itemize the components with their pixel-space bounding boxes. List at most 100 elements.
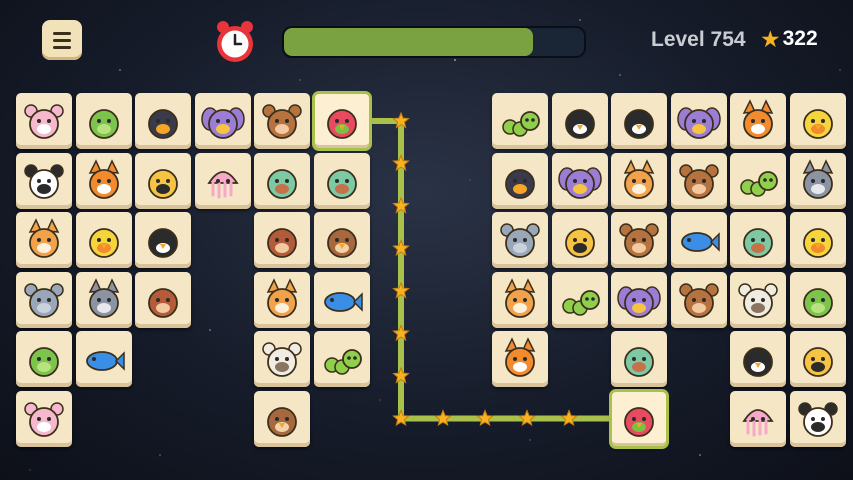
- tile-caterpillar[interactable]: [551, 271, 608, 328]
- tile-sheep[interactable]: [730, 271, 786, 328]
- tile-fox[interactable]: [492, 331, 548, 387]
- tile-jellyfish[interactable]: [194, 152, 251, 209]
- tile-panda[interactable]: [789, 390, 846, 447]
- tile-duck[interactable]: [75, 212, 132, 268]
- path-star-icon: [392, 324, 410, 342]
- tile-duck[interactable]: [789, 93, 846, 149]
- tile-cat[interactable]: [254, 271, 310, 328]
- tile-turtle[interactable]: [730, 212, 786, 268]
- butterfly-icon: [200, 99, 245, 143]
- wolf-icon: [796, 158, 840, 203]
- tile-bee[interactable]: [789, 331, 846, 387]
- menu-button[interactable]: [42, 20, 82, 60]
- tile-penguin[interactable]: [551, 93, 608, 149]
- path-star-icon: [476, 409, 494, 427]
- cow-icon: [22, 99, 66, 143]
- tile-cat[interactable]: [16, 212, 72, 268]
- tile-cat[interactable]: [611, 152, 667, 209]
- fish-icon: [677, 218, 721, 262]
- tile-elephant[interactable]: [492, 212, 548, 268]
- tile-hedgehog[interactable]: [254, 212, 310, 268]
- tile-turtle[interactable]: [611, 331, 667, 387]
- sheep-icon: [260, 337, 304, 381]
- tile-turtle[interactable]: [313, 152, 370, 209]
- caterpillar-icon: [320, 337, 364, 381]
- path-star-icon: [392, 409, 410, 427]
- hamburger-menu-icon: [53, 30, 71, 51]
- tile-caterpillar[interactable]: [492, 93, 548, 149]
- tile-toucan[interactable]: [135, 93, 191, 149]
- turtle-icon: [736, 218, 780, 262]
- tile-monkey[interactable]: [254, 93, 310, 149]
- turtle-icon: [260, 159, 304, 203]
- tile-penguin[interactable]: [730, 331, 786, 387]
- tile-cow[interactable]: [16, 390, 72, 447]
- tile-frog[interactable]: [75, 93, 132, 149]
- turtle-icon: [320, 159, 364, 203]
- toucan-icon: [498, 159, 542, 203]
- tile-monkey[interactable]: [611, 212, 667, 268]
- cow-icon: [22, 397, 66, 441]
- owl-icon: [260, 397, 304, 441]
- hedgehog-icon: [141, 278, 185, 322]
- butterfly-icon: [557, 159, 602, 203]
- frog-icon: [82, 99, 126, 143]
- bee-icon: [141, 159, 185, 203]
- tile-toucan[interactable]: [492, 152, 548, 209]
- tile-sheep[interactable]: [254, 331, 310, 387]
- tile-bee[interactable]: [551, 212, 608, 268]
- tile-fox[interactable]: [730, 93, 786, 149]
- tile-monkey[interactable]: [670, 271, 727, 328]
- tile-wolf[interactable]: [789, 152, 846, 209]
- tile-frog[interactable]: [789, 271, 846, 328]
- cat-icon: [260, 277, 304, 322]
- path-star-icon: [392, 154, 410, 172]
- tile-cat[interactable]: [492, 271, 548, 328]
- tile-caterpillar[interactable]: [730, 152, 786, 209]
- tile-parrot[interactable]: [311, 91, 372, 151]
- cat-icon: [22, 218, 66, 262]
- alarm-clock-icon: [217, 21, 253, 64]
- tile-butterfly[interactable]: [551, 152, 608, 209]
- tile-wolf[interactable]: [75, 271, 132, 328]
- panda-icon: [22, 159, 66, 203]
- parrot-icon: [320, 99, 364, 143]
- path-star-icon: [392, 281, 410, 299]
- tile-fish[interactable]: [313, 271, 370, 328]
- tile-hedgehog[interactable]: [135, 271, 191, 328]
- duck-icon: [796, 99, 840, 143]
- tile-bee[interactable]: [135, 152, 191, 209]
- score-value: 322: [782, 27, 818, 50]
- tile-penguin[interactable]: [611, 93, 667, 149]
- tile-butterfly[interactable]: [194, 93, 251, 149]
- wolf-icon: [82, 277, 126, 322]
- tile-owl[interactable]: [313, 212, 370, 268]
- tile-monkey[interactable]: [670, 152, 727, 209]
- tile-fish[interactable]: [670, 212, 727, 268]
- turtle-icon: [617, 337, 661, 381]
- tile-penguin[interactable]: [135, 212, 191, 268]
- tile-frog[interactable]: [16, 331, 72, 387]
- cat-icon: [498, 277, 542, 322]
- tile-butterfly[interactable]: [670, 93, 727, 149]
- tile-parrot[interactable]: [609, 388, 669, 449]
- tile-fish[interactable]: [75, 331, 132, 387]
- tile-owl[interactable]: [254, 390, 310, 447]
- tile-cow[interactable]: [16, 93, 72, 149]
- score-display: ★ 322: [760, 27, 818, 51]
- time-progress-fill: [284, 28, 533, 56]
- tile-jellyfish[interactable]: [730, 390, 786, 447]
- elephant-icon: [498, 218, 542, 262]
- tile-elephant[interactable]: [16, 271, 72, 328]
- tile-fox[interactable]: [75, 152, 132, 209]
- tile-turtle[interactable]: [254, 152, 310, 209]
- tile-caterpillar[interactable]: [313, 331, 370, 387]
- tile-duck[interactable]: [789, 212, 846, 268]
- tile-panda[interactable]: [16, 152, 72, 209]
- hedgehog-icon: [260, 218, 304, 262]
- duck-icon: [82, 218, 126, 262]
- tile-butterfly[interactable]: [611, 271, 667, 328]
- duck-icon: [796, 218, 840, 262]
- jellyfish-icon: [201, 159, 245, 203]
- caterpillar-icon: [736, 159, 780, 203]
